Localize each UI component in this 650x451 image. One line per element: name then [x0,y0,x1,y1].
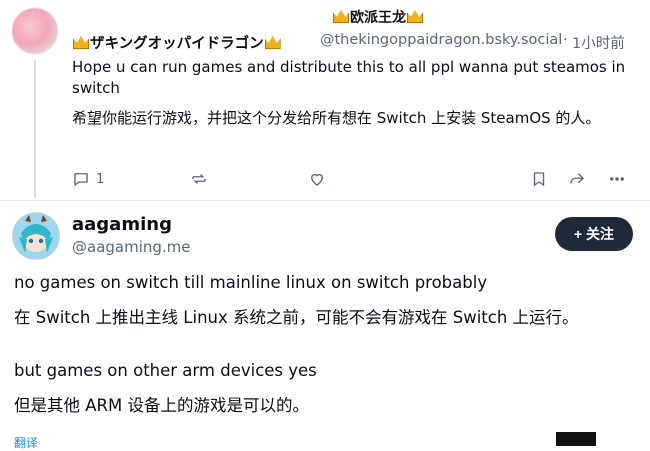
reply-author-name[interactable]: ザキングオッパイドラゴン [72,32,282,53]
follow-button[interactable]: + 关注 [555,217,633,251]
post-author-handle[interactable]: @aagaming.me [72,238,191,256]
crown-icon [333,9,349,23]
watermark-logo [556,432,596,446]
anime-avatar-icon [13,213,59,259]
post-text-line-3: but games on other arm devices yes [14,361,317,380]
reply-avatar[interactable] [12,8,58,54]
overlay-title: 欧派王龙 [332,7,424,27]
crown-icon [264,35,281,49]
post-text-line-4: 但是其他 ARM 设备上的游戏是可以的。 [14,396,309,415]
reply-actions: 1 [0,170,650,190]
divider [0,200,650,201]
crown-icon [73,35,89,49]
post-text-line-1: no games on switch till mainline linux o… [14,273,488,292]
reply-author-text: ザキングオッパイドラゴン [90,36,264,52]
translate-link[interactable]: 翻译 [14,434,38,451]
share-icon [570,173,584,184]
bookmark-icon [533,172,545,187]
heart-icon [311,173,323,186]
repost-button[interactable] [190,170,208,188]
more-icon [610,177,624,181]
reply-timestamp[interactable]: 1小时前 [572,32,625,53]
reply-count: 1 [96,171,105,187]
overlay-title-text: 欧派王龙 [350,10,406,26]
like-button[interactable] [308,170,326,188]
bookmark-button[interactable] [530,170,548,188]
reply-text-translated: 希望你能运行游戏，并把这个分发给所有想在 Switch 上安装 SteamOS … [72,109,601,127]
crown-icon [407,9,423,23]
reply-button[interactable]: 1 [72,170,104,188]
reply-author-handle[interactable]: @thekingoppaidragon.bsky.social [320,32,572,48]
reply-text-original: Hope u can run games and distribute this… [72,58,626,97]
post-text-line-2: 在 Switch 上推出主线 Linux 系统之前，可能不会有游戏在 Switc… [14,308,579,327]
more-button[interactable] [608,170,626,188]
post-author-name[interactable]: aagaming [72,214,172,235]
reply-separator: · [563,32,568,48]
share-button[interactable] [568,170,586,188]
post-avatar[interactable] [12,212,60,260]
reply-icon [74,173,88,187]
repost-icon [192,174,206,184]
